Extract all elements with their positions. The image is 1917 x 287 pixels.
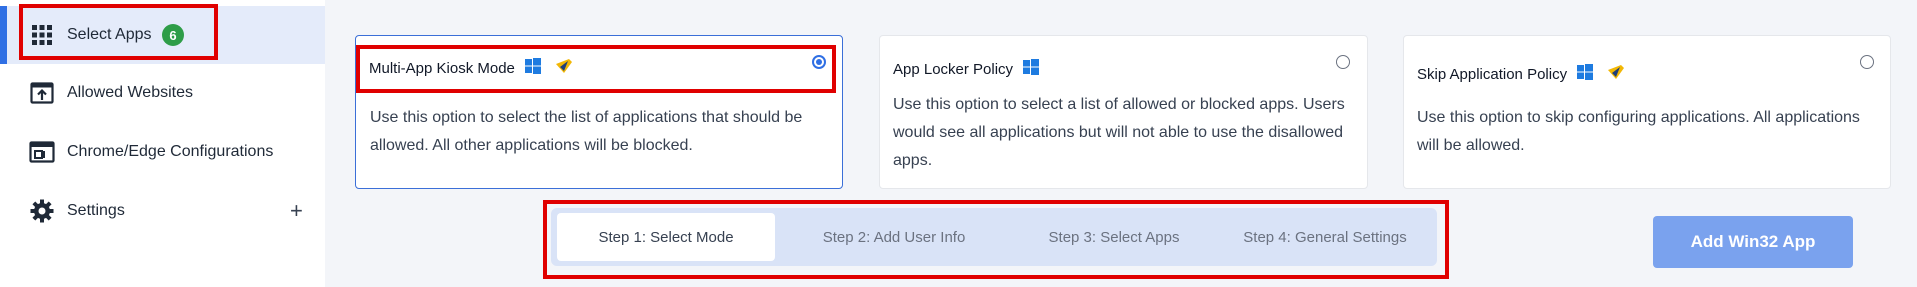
expand-plus-icon[interactable]: + — [290, 198, 303, 224]
card-description: Use this option to skip configuring appl… — [1417, 109, 1860, 154]
card-title: Skip Application Policy — [1417, 64, 1625, 84]
lightning-shield-icon — [555, 58, 573, 78]
card-title-text: App Locker Policy — [893, 60, 1014, 78]
mode-card-skip-application[interactable]: Skip Application Policy Use this option … — [1403, 35, 1891, 189]
sidebar-item-select-apps[interactable]: Select Apps 6 — [0, 6, 325, 64]
mode-card-multi-app-kiosk[interactable]: Multi-App Kiosk Mode Use this option to … — [355, 35, 843, 189]
windows-icon — [524, 58, 541, 78]
lightning-shield-icon — [1607, 64, 1625, 84]
sidebar-item-label: Chrome/Edge Configurations — [67, 143, 274, 160]
sidebar-item-label: Select Apps — [67, 26, 152, 43]
sidebar-item-settings[interactable]: Settings + — [0, 182, 325, 240]
card-title-text: Skip Application Policy — [1417, 65, 1568, 83]
card-description: Use this option to select the list of ap… — [370, 109, 803, 154]
mode-radio-selected[interactable] — [812, 55, 826, 69]
grid-icon — [29, 22, 55, 48]
step-1-tab[interactable]: Step 1: Select Mode — [557, 213, 775, 261]
gear-icon — [29, 198, 55, 224]
browser-window-icon — [29, 139, 55, 165]
step-4-tab[interactable]: Step 4: General Settings — [1219, 213, 1431, 261]
mode-card-app-locker[interactable]: App Locker Policy Use this option to sel… — [879, 35, 1368, 189]
card-title: App Locker Policy — [893, 59, 1040, 79]
sidebar-item-label: Settings — [67, 202, 125, 219]
mode-radio[interactable] — [1860, 55, 1874, 69]
upload-window-icon — [29, 80, 55, 106]
sidebar-item-label: Allowed Websites — [67, 84, 193, 101]
windows-icon — [1577, 64, 1594, 84]
card-title: Multi-App Kiosk Mode — [369, 58, 573, 78]
card-title-text: Multi-App Kiosk Mode — [369, 59, 515, 77]
step-progress-bar: Step 1: Select Mode Step 2: Add User Inf… — [551, 208, 1437, 266]
count-badge: 6 — [162, 24, 184, 46]
add-win32-app-button[interactable]: Add Win32 App — [1653, 216, 1853, 268]
sidebar: Select Apps 6 Allowed Websites Chrome/Ed… — [0, 0, 325, 287]
sidebar-item-allowed-websites[interactable]: Allowed Websites — [0, 64, 325, 122]
step-3-tab[interactable]: Step 3: Select Apps — [1009, 213, 1219, 261]
mode-radio[interactable] — [1336, 55, 1350, 69]
sidebar-item-chrome-edge-configurations[interactable]: Chrome/Edge Configurations — [0, 123, 325, 181]
card-description: Use this option to select a list of allo… — [893, 96, 1345, 169]
windows-icon — [1023, 59, 1040, 79]
step-2-tab[interactable]: Step 2: Add User Info — [789, 213, 999, 261]
